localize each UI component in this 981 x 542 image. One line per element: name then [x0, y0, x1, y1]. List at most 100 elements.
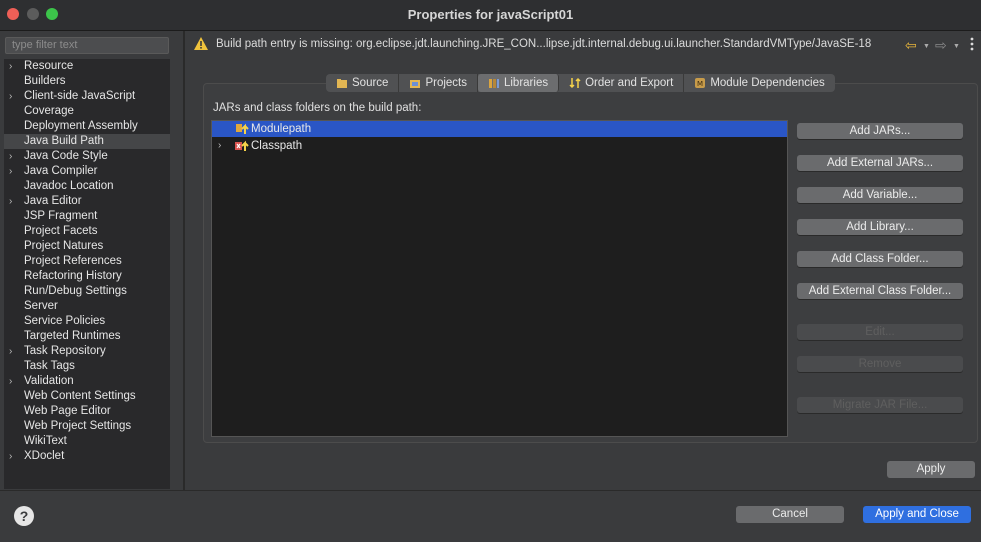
apply-button[interactable]: Apply: [887, 461, 975, 478]
sidebar-item[interactable]: Java Build Path: [4, 134, 170, 149]
help-icon[interactable]: ?: [14, 506, 34, 526]
projects-icon: [410, 80, 421, 88]
expand-chevron-icon[interactable]: ›: [9, 344, 12, 359]
sidebar-item-label: Web Page Editor: [24, 405, 111, 417]
sidebar-item[interactable]: › Java Code Style: [4, 149, 170, 164]
sidebar-item[interactable]: › XDoclet: [4, 449, 170, 464]
sidebar-item[interactable]: Deployment Assembly: [4, 119, 170, 134]
sidebar-item[interactable]: Task Tags: [4, 359, 170, 374]
sidebar-item-label: XDoclet: [24, 450, 65, 462]
sidebar-item-label: Java Editor: [24, 195, 82, 207]
expand-chevron-icon[interactable]: ›: [9, 59, 12, 74]
forward-arrow-icon[interactable]: ⇨: [935, 37, 947, 54]
sidebar-item[interactable]: › Task Repository: [4, 344, 170, 359]
sidebar-item-label: Targeted Runtimes: [24, 330, 121, 342]
sidebar-item[interactable]: Server: [4, 299, 170, 314]
add-external-class-folder-button[interactable]: Add External Class Folder...: [797, 283, 963, 299]
sidebar-item-label: Refactoring History: [24, 270, 122, 282]
tree-row-modulepath[interactable]: Modulepath: [212, 121, 787, 137]
sidebar-item[interactable]: › Validation: [4, 374, 170, 389]
sidebar-item-label: Task Repository: [24, 345, 106, 357]
sidebar-item-label: Service Policies: [24, 315, 106, 327]
sidebar-item-label: Javadoc Location: [24, 180, 114, 192]
classpath-icon: [235, 140, 249, 151]
modulepath-icon: [236, 123, 249, 134]
page-content: Build path entry is missing: org.eclipse…: [185, 31, 981, 490]
tab-order-export-label: Order and Export: [585, 77, 674, 89]
migrate-jar-button[interactable]: Migrate JAR File...: [797, 397, 963, 413]
add-library-button[interactable]: Add Library...: [797, 219, 963, 235]
tab-projects-label: Projects: [425, 77, 467, 89]
sidebar-item[interactable]: › Java Editor: [4, 194, 170, 209]
filter-input[interactable]: type filter text: [5, 37, 169, 54]
expand-chevron-icon[interactable]: ›: [9, 164, 12, 179]
tree-row-classpath[interactable]: › Classpath: [212, 138, 787, 154]
cancel-button[interactable]: Cancel: [736, 506, 844, 523]
sidebar-item-label: Project Facets: [24, 225, 98, 237]
sidebar-item-label: WikiText: [24, 435, 67, 447]
sidebar-item[interactable]: Refactoring History: [4, 269, 170, 284]
sidebar-item[interactable]: › Client-side JavaScript: [4, 89, 170, 104]
sidebar-item[interactable]: › Resource: [4, 59, 170, 74]
tab-source[interactable]: Source: [326, 74, 400, 92]
build-path-tabs: Source Projects Libraries Order and Expo…: [326, 74, 835, 92]
sidebar-item[interactable]: Web Content Settings: [4, 389, 170, 404]
back-dropdown-icon[interactable]: ▼: [923, 43, 930, 50]
sidebar-item[interactable]: › Java Compiler: [4, 164, 170, 179]
sidebar-item[interactable]: Builders: [4, 74, 170, 89]
sidebar-item-label: Resource: [24, 60, 74, 72]
sidebar-item-label: Java Code Style: [24, 150, 108, 162]
title-bar: Properties for javaScript01: [0, 0, 981, 31]
sidebar-item[interactable]: WikiText: [4, 434, 170, 449]
libraries-label: JARs and class folders on the build path…: [213, 102, 422, 114]
sidebar-item-label: Java Build Path: [24, 135, 104, 147]
expand-chevron-icon[interactable]: ›: [9, 89, 12, 104]
sidebar-item-label: Project Natures: [24, 240, 104, 252]
sidebar-item[interactable]: Project Natures: [4, 239, 170, 254]
sidebar-item[interactable]: Javadoc Location: [4, 179, 170, 194]
tab-order-export[interactable]: Order and Export: [559, 74, 685, 92]
back-arrow-icon[interactable]: ⇦: [905, 37, 917, 54]
sidebar-item[interactable]: Targeted Runtimes: [4, 329, 170, 344]
sidebar-item-label: Validation: [24, 375, 74, 387]
expand-chevron-icon[interactable]: ›: [9, 149, 12, 164]
apply-and-close-button[interactable]: Apply and Close: [863, 506, 971, 523]
sidebar-item[interactable]: Run/Debug Settings: [4, 284, 170, 299]
footer-divider: [0, 490, 981, 491]
edit-button[interactable]: Edit...: [797, 324, 963, 340]
tab-libraries[interactable]: Libraries: [477, 74, 560, 92]
expand-chevron-icon[interactable]: ›: [9, 449, 12, 464]
sidebar-item[interactable]: Project References: [4, 254, 170, 269]
sidebar-item-label: Server: [24, 300, 58, 312]
forward-dropdown-icon[interactable]: ▼: [953, 43, 960, 50]
tab-projects[interactable]: Projects: [399, 74, 478, 92]
sidebar-item[interactable]: Coverage: [4, 104, 170, 119]
sidebar-item[interactable]: Web Page Editor: [4, 404, 170, 419]
sidebar-item[interactable]: Service Policies: [4, 314, 170, 329]
expand-chevron-icon[interactable]: ›: [9, 194, 12, 209]
tab-module-dependencies[interactable]: M Module Dependencies: [684, 74, 834, 92]
sidebar-item[interactable]: Project Facets: [4, 224, 170, 239]
add-external-jars-button[interactable]: Add External JARs...: [797, 155, 963, 171]
sidebar-item-label: Project References: [24, 255, 122, 267]
expand-chevron-icon[interactable]: ›: [218, 138, 221, 154]
libraries-icon: [488, 79, 499, 88]
module-icon: M: [695, 78, 706, 88]
warning-message: Build path entry is missing: org.eclipse…: [216, 38, 872, 50]
build-path-tree[interactable]: Modulepath › Classpath: [211, 120, 788, 437]
svg-text:M: M: [697, 80, 703, 88]
add-jars-button[interactable]: Add JARs...: [797, 123, 963, 139]
sidebar-item-label: Coverage: [24, 105, 74, 117]
sidebar-item-label: Web Content Settings: [24, 390, 136, 402]
view-menu-icon[interactable]: [969, 36, 975, 52]
sidebar-item-label: Deployment Assembly: [24, 120, 138, 132]
add-variable-button[interactable]: Add Variable...: [797, 187, 963, 203]
remove-button[interactable]: Remove: [797, 356, 963, 372]
source-folder-icon: [337, 79, 347, 88]
preference-sidebar: type filter text › Resource Builders › Clien…: [0, 31, 183, 490]
add-class-folder-button[interactable]: Add Class Folder...: [797, 251, 963, 267]
sidebar-item[interactable]: Web Project Settings: [4, 419, 170, 434]
expand-chevron-icon[interactable]: ›: [9, 374, 12, 389]
sidebar-item-label: Builders: [24, 75, 66, 87]
sidebar-item[interactable]: JSP Fragment: [4, 209, 170, 224]
